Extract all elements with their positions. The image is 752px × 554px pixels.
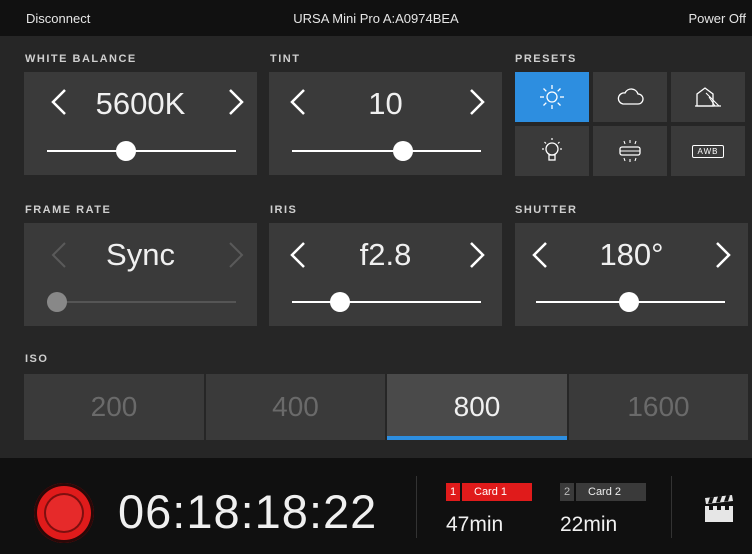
iris-slider-track[interactable]	[292, 301, 481, 303]
frame-rate-slider-track	[47, 301, 236, 303]
card1-remaining: 47min	[446, 513, 504, 536]
chevron-right-icon	[229, 242, 244, 268]
card2-name: Card 2	[576, 483, 646, 501]
card2-number: 2	[560, 483, 574, 501]
preset-tungsten-button[interactable]	[515, 126, 589, 176]
preset-shade-button[interactable]	[671, 72, 745, 122]
card1-number: 1	[446, 483, 460, 501]
white-balance-slider-handle[interactable]	[116, 141, 136, 161]
timecode: 06:18:18:22	[118, 485, 378, 538]
chevron-right-icon[interactable]	[215, 82, 255, 122]
white-balance-label: WHITE BALANCE	[25, 53, 137, 65]
iris-panel: f2.8	[269, 223, 502, 326]
iso-selected-indicator	[387, 436, 567, 440]
preset-awb-button[interactable]: AWB	[671, 126, 745, 176]
preset-cloudy-button[interactable]	[593, 72, 667, 122]
shutter-slider-handle[interactable]	[619, 292, 639, 312]
record-bar: 06:18:18:22 1 Card 1 47min 2 Card 2 22mi…	[0, 458, 752, 554]
record-button[interactable]	[34, 483, 94, 543]
camera-title: URSA Mini Pro A:A0974BEA	[293, 11, 459, 26]
tint-label: TINT	[270, 53, 301, 65]
chevron-right-icon[interactable]	[456, 82, 496, 122]
preset-fluorescent-button[interactable]	[593, 126, 667, 176]
card1-name: Card 1	[462, 483, 532, 501]
iris-slider-handle[interactable]	[330, 292, 350, 312]
frame-rate-panel: Sync	[24, 223, 257, 326]
sun-icon	[540, 85, 564, 109]
iso-option-800-label: 800	[453, 391, 501, 422]
top-bar: Disconnect URSA Mini Pro A:A0974BEA Powe…	[0, 0, 752, 36]
iso-option-1600[interactable]: 1600	[569, 374, 748, 440]
divider	[671, 476, 672, 538]
tint-slider-track[interactable]	[292, 150, 481, 152]
clapperboard-icon[interactable]	[702, 494, 736, 524]
frame-rate-label: FRAME RATE	[25, 204, 112, 216]
iris-label: IRIS	[270, 204, 298, 216]
iso-option-800[interactable]: 800	[387, 374, 567, 440]
iso-option-200[interactable]: 200	[24, 374, 204, 440]
power-off-button[interactable]: Power Off	[688, 11, 746, 26]
shade-icon	[695, 87, 721, 107]
card2-status[interactable]: 2 Card 2	[560, 483, 646, 501]
chevron-right-icon[interactable]	[456, 235, 496, 275]
shutter-panel: 180°	[515, 223, 748, 326]
bulb-icon	[542, 138, 562, 161]
white-balance-panel: 5600K	[24, 72, 257, 175]
iso-label: ISO	[25, 353, 49, 365]
cloud-icon	[617, 88, 644, 105]
awb-icon: AWB	[691, 144, 725, 158]
divider	[416, 476, 417, 538]
preset-daylight-button[interactable]	[515, 72, 589, 122]
tint-slider-handle[interactable]	[393, 141, 413, 161]
fluorescent-icon	[619, 140, 641, 162]
iso-option-400[interactable]: 400	[206, 374, 385, 440]
presets-label: PRESETS	[515, 53, 577, 65]
card2-remaining: 22min	[560, 513, 618, 536]
white-balance-slider-track[interactable]	[47, 150, 236, 152]
frame-rate-slider-handle	[47, 292, 67, 312]
tint-panel: 10	[269, 72, 502, 175]
chevron-right-icon[interactable]	[702, 235, 742, 275]
shutter-label: SHUTTER	[515, 204, 578, 216]
card1-status[interactable]: 1 Card 1	[446, 483, 532, 501]
record-dot-icon	[46, 495, 82, 531]
